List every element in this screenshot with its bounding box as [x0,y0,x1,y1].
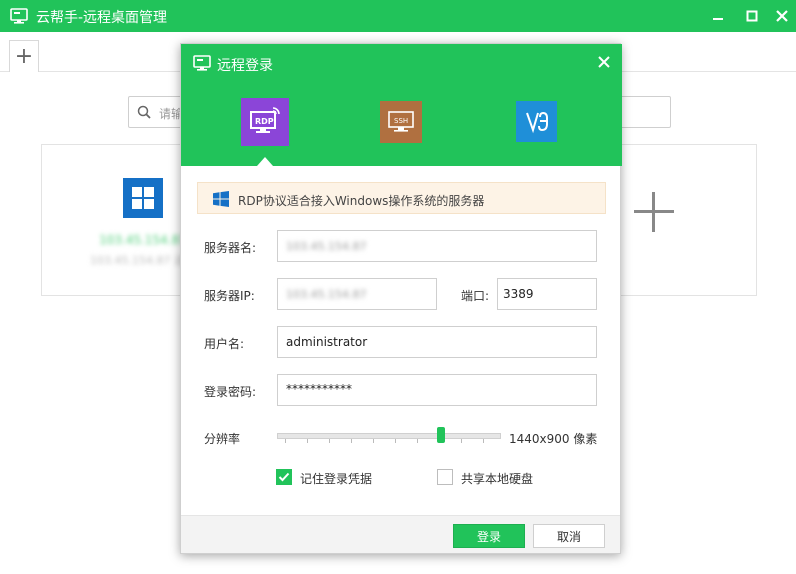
window-title: 云帮手-远程桌面管理 [36,10,168,26]
card-server-ip: 103.45.154.87 [99,233,187,247]
remember-credentials-label: 记住登录凭据 [300,472,373,486]
resolution-value: 1440x900 像素 [509,432,598,446]
protocol-tab-rdp[interactable]: RDP [241,98,289,146]
port-field[interactable]: 3389 [497,278,597,310]
dialog-close-icon[interactable] [595,53,613,71]
maximize-button[interactable] [742,6,762,26]
rdp-label: RDP [255,117,274,126]
server-name-value: 103.45.154.87 [286,240,367,253]
remote-login-dialog: 远程登录 RDP SSH RDP协议适合接入Windows操作系统的服务器 服务… [180,43,622,554]
add-server-icon[interactable] [632,190,676,234]
slider-tick [307,439,308,443]
dialog-header: 远程登录 RDP SSH [181,44,622,166]
slider-tick [417,439,418,443]
login-button[interactable]: 登录 [453,524,525,548]
windows-icon [132,187,154,209]
password-label: 登录密码: [204,385,257,399]
username-label: 用户名: [204,337,245,351]
slider-thumb[interactable] [437,427,445,443]
slider-tick [373,439,374,443]
server-ip-value: 103.45.154.87 [286,288,367,301]
server-name-field[interactable]: 103.45.154.87 [277,230,597,262]
protocol-info-text: RDP协议适合接入Windows操作系统的服务器 [238,194,485,208]
dialog-footer: 登录 取消 [181,515,620,553]
share-local-disk-checkbox[interactable] [437,469,453,485]
server-ip-label: 服务器IP: [204,289,255,303]
vnc-icon [525,111,548,133]
slider-tick [329,439,330,443]
resolution-slider[interactable] [277,427,501,443]
slider-track [277,433,501,439]
slider-tick [351,439,352,443]
slider-tick [461,439,462,443]
remote-desktop-icon [193,55,211,71]
windows-icon [213,191,229,207]
add-tab-button[interactable]: + [9,40,39,72]
username-field[interactable]: administrator [277,326,597,358]
remote-desktop-icon [10,8,28,24]
remember-credentials-checkbox[interactable] [276,469,292,485]
dialog-title: 远程登录 [217,58,273,74]
protocol-tab-ssh[interactable]: SSH [380,101,422,143]
server-ip-field[interactable]: 103.45.154.87 [277,278,437,310]
minimize-icon [713,18,723,20]
active-tab-pointer [257,157,273,166]
ssh-label: SSH [394,117,408,125]
protocol-info-bar: RDP协议适合接入Windows操作系统的服务器 [197,182,606,214]
cancel-button[interactable]: 取消 [533,524,605,548]
maximize-icon [746,10,758,22]
slider-tick [483,439,484,443]
rdp-monitor-icon: RDP [250,107,280,133]
share-local-disk-label: 共享本地硬盘 [461,472,534,486]
slider-tick [285,439,286,443]
password-field[interactable]: *********** [277,374,597,406]
search-icon [137,105,151,119]
port-label: 端口: [461,289,490,303]
close-icon [776,10,788,22]
ssh-monitor-icon: SSH [388,111,414,132]
window-close-button[interactable] [772,6,792,26]
check-icon [278,472,290,482]
protocol-tab-vnc[interactable] [516,101,557,142]
resolution-label: 分辨率 [204,432,241,446]
minimize-button[interactable] [708,6,728,26]
title-bar: 云帮手-远程桌面管理 [0,0,796,32]
windows-server-card[interactable] [123,178,163,218]
server-name-label: 服务器名: [204,241,257,255]
slider-tick [395,439,396,443]
